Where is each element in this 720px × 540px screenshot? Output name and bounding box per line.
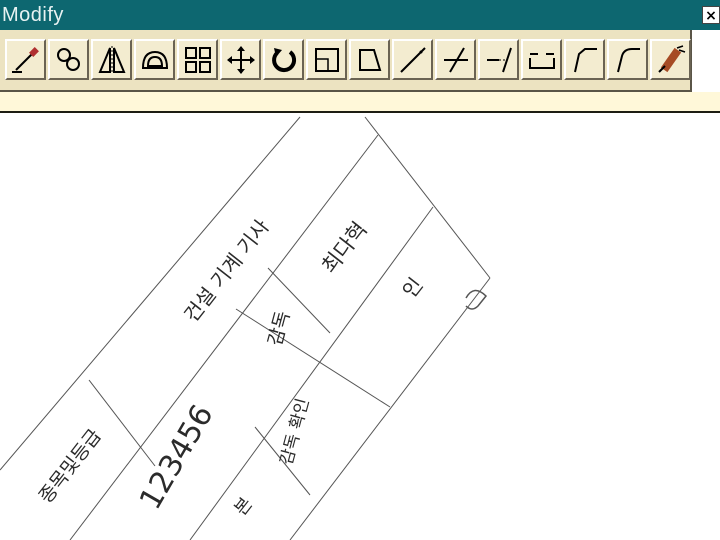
certificate-number-text: 123456 (133, 399, 221, 516)
grid-line (235, 308, 391, 408)
trim-icon (444, 47, 468, 73)
grid-line (88, 379, 156, 467)
supervisor-name-text: 최다혁 (317, 217, 372, 277)
break-icon (529, 53, 555, 69)
modify-toolbar-titlebar[interactable]: Modify × (0, 0, 720, 30)
border-line (364, 116, 491, 279)
move-button[interactable] (220, 39, 261, 80)
scale-icon (315, 48, 339, 72)
copy-button[interactable] (48, 39, 89, 80)
erase-button[interactable] (5, 39, 46, 80)
rotate-button[interactable] (263, 39, 304, 80)
qualification-text: 건설 기계 기사 (179, 215, 274, 327)
seal-text: 인 (397, 273, 427, 302)
border-line (0, 116, 301, 471)
move-icon (227, 46, 255, 74)
offset-icon (141, 50, 169, 69)
fillet-icon (617, 48, 640, 73)
array-button[interactable] (177, 39, 218, 80)
rotate-icon (272, 48, 297, 73)
lengthen-icon (400, 47, 426, 73)
explode-icon (658, 45, 686, 73)
erase-icon (12, 47, 39, 73)
offset-button[interactable] (134, 39, 175, 80)
unit-text: 본 (230, 494, 257, 520)
extend-icon (487, 47, 512, 73)
stretch-icon (359, 49, 382, 71)
title-block-drawing: 건설 기계 기사 종목및등급 123456 감독 최다혁 감독 확인 인 본 (0, 116, 491, 540)
supervisor-confirm-text: 감독 확인 (277, 396, 314, 467)
drawing-canvas[interactable]: 건설 기계 기사 종목및등급 123456 감독 최다혁 감독 확인 인 본 (0, 113, 720, 540)
border-line (289, 277, 491, 540)
extend-button[interactable] (478, 39, 519, 80)
stretch-button[interactable] (349, 39, 390, 80)
break-button[interactable] (521, 39, 562, 80)
modify-toolbar (0, 30, 692, 92)
toolbar-shadow-strip (0, 92, 720, 112)
copy-icon (57, 48, 80, 71)
array-icon (185, 47, 211, 73)
chamfer-icon (574, 48, 597, 73)
lengthen-button[interactable] (392, 39, 433, 80)
close-button[interactable]: × (702, 6, 720, 24)
explode-button[interactable] (650, 39, 691, 80)
mirror-button[interactable] (91, 39, 132, 80)
scale-button[interactable] (306, 39, 347, 80)
grade-header-text: 종목및등급 (35, 425, 106, 507)
chamfer-button[interactable] (564, 39, 605, 80)
fillet-button[interactable] (607, 39, 648, 80)
window-title: Modify (2, 4, 64, 26)
supervisor-label-text: 감독 (264, 309, 294, 348)
mirror-icon (98, 46, 126, 74)
grid-line (69, 134, 379, 540)
trim-button[interactable] (435, 39, 476, 80)
